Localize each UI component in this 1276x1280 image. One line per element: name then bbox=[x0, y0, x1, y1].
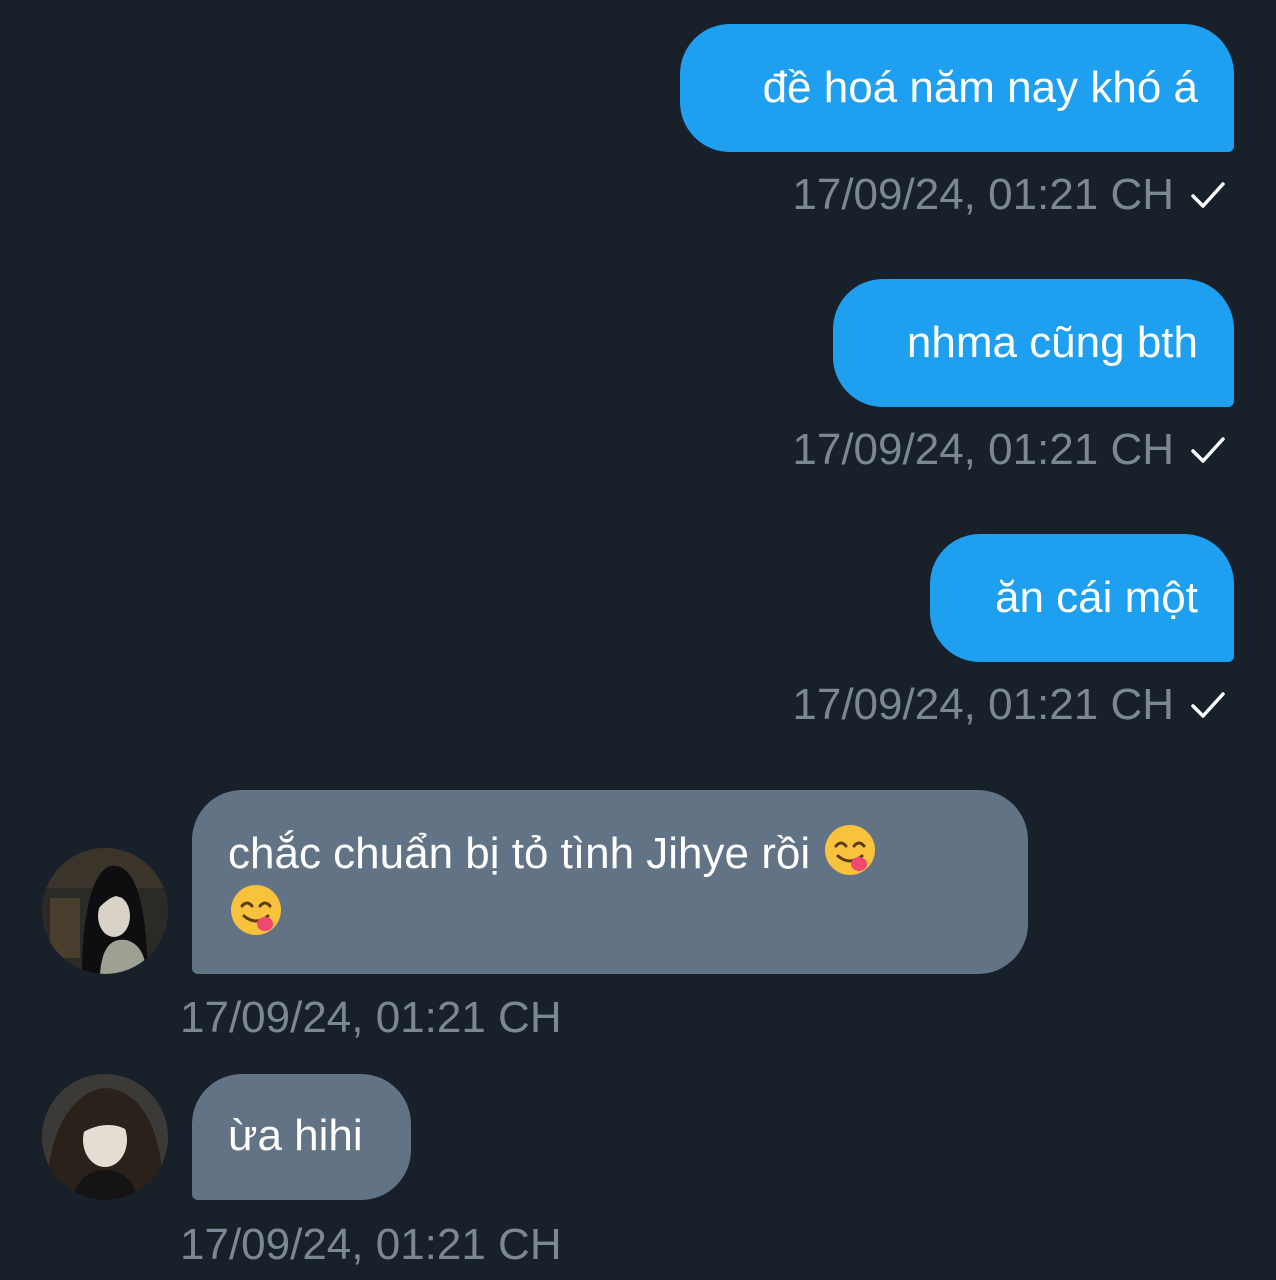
outgoing-message-bubble[interactable]: nhma cũng bth bbox=[833, 279, 1234, 407]
check-icon bbox=[1191, 692, 1225, 718]
message-meta: 17/09/24, 01:21 CH bbox=[792, 680, 1228, 730]
outgoing-message-bubble[interactable]: ăn cái một bbox=[930, 534, 1234, 662]
message-text: đề hoá năm nay khó á bbox=[762, 63, 1198, 112]
avatar-photo bbox=[42, 848, 168, 974]
message-timestamp: 17/09/24, 01:21 CH bbox=[792, 170, 1174, 219]
avatar[interactable] bbox=[42, 1074, 168, 1200]
yum-emoji-icon bbox=[231, 885, 281, 935]
check-icon bbox=[1191, 437, 1225, 463]
message-timestamp: 17/09/24, 01:21 CH bbox=[180, 1220, 562, 1269]
avatar[interactable] bbox=[42, 848, 168, 974]
incoming-message-bubble[interactable]: chắc chuẩn bị tỏ tình Jihye rồi bbox=[192, 790, 1028, 974]
message-text: chắc chuẩn bị tỏ tình Jihye rồi bbox=[228, 829, 811, 878]
outgoing-message-bubble[interactable]: đề hoá năm nay khó á bbox=[680, 24, 1234, 152]
message-meta: 17/09/24, 01:21 CH bbox=[792, 425, 1228, 475]
message-text: ăn cái một bbox=[995, 573, 1198, 622]
check-icon bbox=[1191, 182, 1225, 208]
message-text: nhma cũng bth bbox=[906, 318, 1198, 367]
yum-emoji-icon bbox=[825, 825, 876, 875]
avatar-photo bbox=[42, 1074, 168, 1200]
incoming-message-bubble[interactable]: ừa hihi bbox=[192, 1074, 411, 1200]
message-text: ừa hihi bbox=[228, 1111, 363, 1160]
message-meta: 17/09/24, 01:21 CH bbox=[792, 170, 1228, 220]
message-timestamp: 17/09/24, 01:21 CH bbox=[792, 680, 1174, 729]
message-timestamp: 17/09/24, 01:21 CH bbox=[792, 425, 1174, 474]
message-timestamp: 17/09/24, 01:21 CH bbox=[180, 993, 562, 1042]
